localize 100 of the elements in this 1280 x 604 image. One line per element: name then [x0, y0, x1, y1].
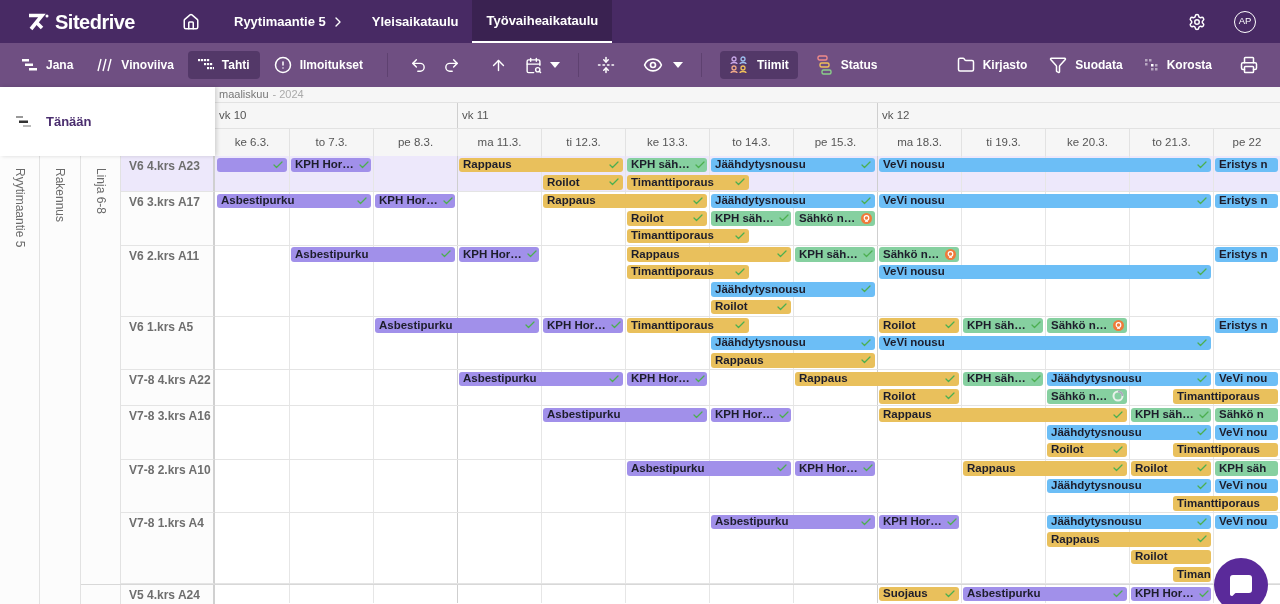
task-bar[interactable]: Timanttiporaus: [627, 228, 749, 243]
task-bar[interactable]: Roilot: [1131, 461, 1211, 476]
task-bar[interactable]: Timanttiporaus: [627, 175, 749, 190]
task-bar[interactable]: KPH säh…: [711, 211, 791, 226]
redo-icon[interactable]: [443, 56, 460, 74]
today-button[interactable]: Tänään: [0, 87, 215, 156]
task-bar[interactable]: Jäähdytysnousu: [1047, 514, 1211, 529]
toolbar-button[interactable]: Suodata: [1041, 51, 1131, 79]
task-bar[interactable]: Timanttiporaus: [1173, 442, 1278, 457]
print-icon[interactable]: [1240, 56, 1258, 74]
task-bar[interactable]: Suojaus: [879, 586, 959, 601]
nav-tab[interactable]: Yleisaikataulu: [357, 0, 473, 43]
row-label[interactable]: V6 3.krs A17: [121, 192, 215, 246]
task-bar[interactable]: Rappaus: [879, 407, 1127, 422]
color-mode-button[interactable]: Status: [807, 51, 887, 79]
task-bar[interactable]: Asbestipurku: [375, 318, 539, 333]
task-bar[interactable]: Sähkö n…: [1047, 318, 1127, 333]
task-bar[interactable]: Asbestipurku: [543, 407, 707, 422]
color-mode-button[interactable]: Tiimit: [720, 51, 798, 79]
task-bar[interactable]: Asbestipurku: [217, 193, 371, 208]
task-bar[interactable]: Sähkö n…: [795, 211, 875, 226]
task-bar[interactable]: Jäähdytysnousu: [711, 157, 875, 172]
task-bar[interactable]: Rappaus: [795, 371, 959, 386]
home-icon[interactable]: [182, 12, 200, 31]
row-label[interactable]: V7-8 2.krs A10: [121, 459, 215, 513]
task-bar[interactable]: KPH Hor…: [1131, 586, 1211, 601]
caret-icon[interactable]: [673, 62, 683, 68]
task-bar[interactable]: Eristys n: [1215, 247, 1278, 262]
task-bar[interactable]: KPH säh…: [795, 247, 875, 262]
nav-tab[interactable]: Työvaiheaikataulu: [472, 0, 613, 43]
task-bar[interactable]: Jäähdytysnousu: [1047, 425, 1211, 440]
task-bar[interactable]: VeVi nousu: [879, 264, 1211, 279]
task-bar[interactable]: Timanttiporaus: [627, 318, 749, 333]
task-bar[interactable]: Sähkö n: [1215, 407, 1278, 422]
task-bar[interactable]: Roilot: [543, 175, 623, 190]
task-bar[interactable]: KPH säh: [1215, 461, 1278, 476]
task-bar[interactable]: Eristys n: [1215, 318, 1278, 333]
task-bar[interactable]: Rappaus: [963, 461, 1127, 476]
task-bar[interactable]: Roilot: [711, 299, 791, 314]
caret-icon[interactable]: [550, 62, 560, 68]
task-bar[interactable]: Timanttiporaus: [627, 264, 749, 279]
task-bar[interactable]: VeVi nou: [1215, 371, 1278, 386]
task-bar[interactable]: KPH Hor…: [711, 407, 791, 422]
row-label[interactable]: V7-8 1.krs A4: [121, 513, 215, 584]
task-bar[interactable]: KPH säh…: [627, 157, 707, 172]
task-bar[interactable]: KPH Hor…: [375, 193, 455, 208]
toolbar-button[interactable]: Kirjasto: [948, 51, 1036, 79]
task-bar[interactable]: VeVi nousu: [879, 193, 1211, 208]
task-bar[interactable]: Roilot: [879, 318, 959, 333]
task-bar[interactable]: Rappaus: [1047, 532, 1211, 547]
row-label[interactable]: V7-8 4.krs A22: [121, 370, 215, 406]
task-bar[interactable]: VeVi nou: [1215, 514, 1278, 529]
task-bar[interactable]: Rappaus: [627, 247, 791, 262]
view-mode-button[interactable]: Vinoviiva: [87, 51, 184, 79]
task-bar[interactable]: KPH Hor…: [291, 157, 371, 172]
task-bar[interactable]: Asbestipurku: [291, 247, 455, 262]
row-label[interactable]: V6 2.krs A11: [121, 245, 215, 317]
task-bar[interactable]: Eristys n: [1215, 193, 1278, 208]
task-bar[interactable]: KPH säh…: [1131, 407, 1211, 422]
undo-icon[interactable]: [410, 56, 427, 74]
task-bar[interactable]: Asbestipurku: [963, 586, 1127, 601]
task-bar[interactable]: Sähkö n…: [879, 247, 959, 262]
task-bar[interactable]: KPH säh…: [963, 318, 1043, 333]
task-bar[interactable]: Timanttiporaus: [1173, 496, 1278, 511]
settings-icon[interactable]: [1188, 12, 1206, 31]
task-bar[interactable]: VeVi nou: [1215, 425, 1278, 440]
task-bar[interactable]: KPH Hor…: [879, 514, 959, 529]
task-bar[interactable]: Jäähdytysnousu: [1047, 478, 1211, 493]
view-mode-button[interactable]: Tahti: [187, 51, 260, 79]
calendar-search-icon[interactable]: [525, 56, 542, 74]
task-bar[interactable]: VeVi nousu: [879, 157, 1211, 172]
task-bar[interactable]: Sähkö n…: [1047, 389, 1127, 404]
row-label[interactable]: V6 1.krs A5: [121, 316, 215, 370]
task-bar[interactable]: Jäähdytysnousu: [711, 193, 875, 208]
task-bar[interactable]: Timanttiporaus: [1173, 389, 1278, 404]
task-bar[interactable]: Rappaus: [543, 193, 707, 208]
task-bar[interactable]: Rappaus: [459, 157, 623, 172]
row-label[interactable]: V6 4.krs A23: [121, 156, 215, 192]
eye-icon[interactable]: [643, 55, 663, 75]
task-bar[interactable]: KPH säh…: [963, 371, 1043, 386]
task-bar[interactable]: Roilot: [1047, 442, 1127, 457]
task-bar[interactable]: KPH Hor…: [795, 461, 875, 476]
row-label[interactable]: V7-8 3.krs A16: [121, 406, 215, 460]
task-bar[interactable]: VeVi nousu: [879, 335, 1211, 350]
task-bar[interactable]: Roilot: [1131, 549, 1211, 564]
task-bar[interactable]: Jäähdytysnousu: [711, 335, 875, 350]
task-bar[interactable]: KPH Hor…: [543, 318, 623, 333]
task-bar[interactable]: Eristys n: [1215, 157, 1278, 172]
notifications-button[interactable]: Ilmoitukset: [263, 51, 373, 79]
view-mode-button[interactable]: Jana: [12, 51, 84, 79]
task-bar[interactable]: Asbestipurku: [627, 461, 791, 476]
task-bar[interactable]: Roilot: [627, 211, 707, 226]
task-bar[interactable]: VeVi nou: [1215, 478, 1278, 493]
breadcrumb-link[interactable]: Ryytimaantie 5: [234, 11, 326, 32]
task-bar[interactable]: Roilot: [879, 389, 959, 404]
toolbar-button[interactable]: Korosta: [1136, 51, 1220, 79]
task-bar[interactable]: Timan: [1173, 567, 1211, 582]
task-bar[interactable]: Asbestipurku: [459, 371, 623, 386]
task-bar[interactable]: KPH Hor…: [459, 247, 539, 262]
task-bar[interactable]: Asbestipurku: [711, 514, 875, 529]
